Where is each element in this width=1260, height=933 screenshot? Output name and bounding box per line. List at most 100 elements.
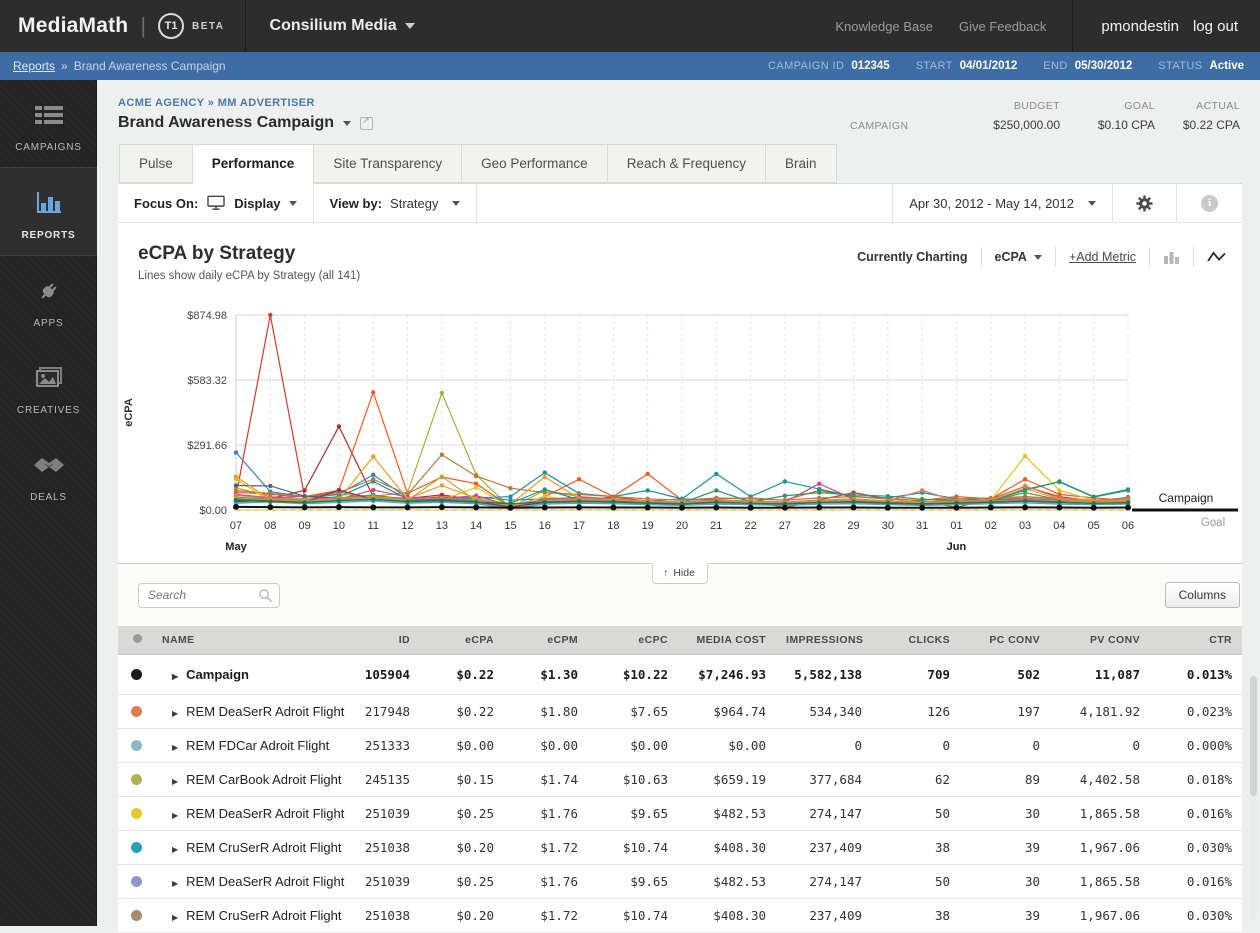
column-header-impressions[interactable]: IMPRESSIONS	[776, 626, 872, 655]
breadcrumb-current: Brand Awareness Campaign	[73, 59, 226, 73]
series-dot-icon	[131, 706, 142, 717]
cell-value: 251038	[334, 830, 420, 865]
expand-row-icon[interactable]: ▶	[172, 811, 178, 820]
cell-value: 0.013%	[1150, 654, 1242, 695]
table-row[interactable]: ▶ REM CruSerR Adroit Flight 251038 $0.20 $1.…	[118, 898, 1242, 933]
table-row[interactable]: ▶ REM FDCar Adroit Flight 251333 $0.00 $0.00…	[118, 728, 1242, 763]
cell-value: 62	[872, 762, 960, 797]
bar-chart-toggle[interactable]	[1150, 250, 1193, 265]
line-chart-icon	[1207, 251, 1226, 262]
column-header-pc-conv[interactable]: PC CONV	[960, 626, 1050, 655]
sidebar-item-campaigns[interactable]: CAMPAIGNS	[0, 80, 97, 167]
columns-button[interactable]: Columns	[1164, 582, 1240, 608]
table-row[interactable]: ▶ REM DeaSerR Adroit Flight 217948 $0.22 $1.…	[118, 694, 1242, 729]
sidebar-item-deals[interactable]: DEALS	[0, 430, 97, 517]
expand-row-icon[interactable]: ▶	[172, 743, 178, 752]
cell-value: 274,147	[776, 796, 872, 831]
cell-value: $10.22	[588, 654, 678, 695]
line-chart-toggle[interactable]	[1194, 250, 1240, 264]
cell-value: 709	[872, 654, 960, 695]
cell-value: 126	[872, 694, 960, 729]
image-icon	[0, 361, 97, 395]
row-name: REM FDCar Adroit Flight	[186, 738, 330, 753]
column-header-ctr[interactable]: CTR	[1150, 626, 1242, 655]
table-row[interactable]: ▶ REM DeaSerR Adroit Flight 251039 $0.25 $1.…	[118, 796, 1242, 831]
column-header-id[interactable]: ID	[334, 626, 420, 655]
cell-value: $0.00	[588, 728, 678, 763]
view-by-dropdown[interactable]: View by: Strategy	[314, 184, 478, 222]
campaign-row-label: CAMPAIGN	[850, 120, 909, 132]
column-header-pv-conv[interactable]: PV CONV	[1050, 626, 1150, 655]
sidebar-item-creatives[interactable]: CREATIVES	[0, 343, 97, 430]
tab-brain[interactable]: Brain	[766, 144, 837, 183]
column-header-clicks[interactable]: CLICKS	[872, 626, 960, 655]
svg-text:May: May	[225, 541, 247, 553]
svg-text:12: 12	[401, 520, 413, 532]
cell-value: 0.023%	[1150, 694, 1242, 729]
expand-row-icon[interactable]: ▶	[172, 777, 178, 786]
line-chart[interactable]: $0.00 $291.66 $583.32 $874.98 07 08 09 10 11 12 13…	[118, 290, 1242, 563]
chevron-down-icon	[1033, 254, 1042, 260]
cell-value: $0.20	[420, 898, 504, 933]
reports-breadcrumb-link[interactable]: Reports	[13, 59, 55, 73]
cell-value: 0.016%	[1150, 796, 1242, 831]
svg-text:30: 30	[882, 520, 894, 532]
tab-geo-performance[interactable]: Geo Performance	[462, 144, 608, 183]
hide-chart-button[interactable]: ↑ Hide	[652, 563, 708, 584]
column-header-media-cost[interactable]: MEDIA COST	[678, 626, 776, 655]
cell-value: $9.65	[588, 796, 678, 831]
budget-value: $250,000.00	[993, 118, 1060, 132]
expand-row-icon[interactable]: ▶	[172, 879, 178, 888]
cell-value: 251333	[334, 728, 420, 763]
tab-reach-frequency[interactable]: Reach & Frequency	[607, 144, 767, 183]
meta-start: START 04/01/2012	[915, 60, 1018, 72]
account-selector[interactable]: Consilium Media	[246, 0, 439, 52]
table-scrollbar[interactable]	[1250, 676, 1257, 920]
cell-value: 251038	[334, 898, 420, 933]
cell-value: 1,967.06	[1050, 898, 1150, 933]
knowledge-base-link[interactable]: Knowledge Base	[835, 19, 933, 34]
date-range-picker[interactable]: Apr 30, 2012 - May 14, 2012	[892, 184, 1112, 222]
add-metric-link[interactable]: +Add Metric	[1056, 250, 1149, 264]
table-body: ▶ Campaign 105904 $0.22 $1.30 $10.22 $7,246.93…	[118, 654, 1242, 933]
svg-text:05: 05	[1088, 520, 1100, 532]
svg-text:29: 29	[847, 520, 859, 532]
sidebar-item-apps[interactable]: APPS	[0, 256, 97, 343]
info-button[interactable]: i	[1176, 184, 1242, 222]
cell-value: 105904	[334, 654, 420, 695]
expand-row-icon[interactable]: ▶	[172, 913, 178, 922]
table-row[interactable]: ▶ Campaign 105904 $0.22 $1.30 $10.22 $7,246.93…	[118, 654, 1242, 695]
legend-dot-icon	[133, 634, 142, 643]
row-name: REM DeaSerR Adroit Flight	[186, 874, 345, 889]
expand-row-icon[interactable]: ▶	[172, 672, 178, 681]
table-row[interactable]: ▶ REM DeaSerR Adroit Flight 251039 $0.25 $1.…	[118, 864, 1242, 899]
column-header-name[interactable]: NAME	[152, 626, 334, 655]
meta-end: END 05/30/2012	[1043, 60, 1133, 72]
focus-on-value: Display	[234, 195, 281, 211]
sidebar-item-reports[interactable]: REPORTS	[0, 167, 97, 256]
tab-site-transparency[interactable]: Site Transparency	[314, 144, 463, 183]
column-header-ecpa[interactable]: eCPA	[420, 626, 504, 655]
cell-value: 50	[872, 796, 960, 831]
row-name: REM CarBook Adroit Flight	[186, 772, 342, 787]
focus-on-dropdown[interactable]: Focus On: Display	[118, 184, 314, 222]
tab-performance[interactable]: Performance	[192, 144, 315, 184]
expand-row-icon[interactable]: ▶	[172, 709, 178, 718]
expand-row-icon[interactable]: ▶	[172, 845, 178, 854]
give-feedback-link[interactable]: Give Feedback	[959, 19, 1046, 34]
cell-value: $1.76	[504, 864, 588, 899]
svg-text:eCPA: eCPA	[123, 398, 135, 427]
logout-link[interactable]: log out	[1193, 18, 1238, 35]
column-header-ecpc[interactable]: eCPC	[588, 626, 678, 655]
popout-icon[interactable]	[360, 115, 374, 130]
chevron-down-icon	[452, 200, 461, 206]
title-dropdown-icon[interactable]	[343, 120, 352, 126]
cell-value: $0.15	[420, 762, 504, 797]
table-row[interactable]: ▶ REM CruSerR Adroit Flight 251038 $0.20 $1.…	[118, 830, 1242, 865]
column-header-ecpm[interactable]: eCPM	[504, 626, 588, 655]
metric-dropdown[interactable]: eCPA	[982, 250, 1055, 264]
table-row[interactable]: ▶ REM CarBook Adroit Flight 245135 $0.15 $1.…	[118, 762, 1242, 797]
settings-button[interactable]	[1112, 184, 1176, 222]
cell-value: 502	[960, 654, 1050, 695]
tab-pulse[interactable]: Pulse	[119, 144, 193, 183]
